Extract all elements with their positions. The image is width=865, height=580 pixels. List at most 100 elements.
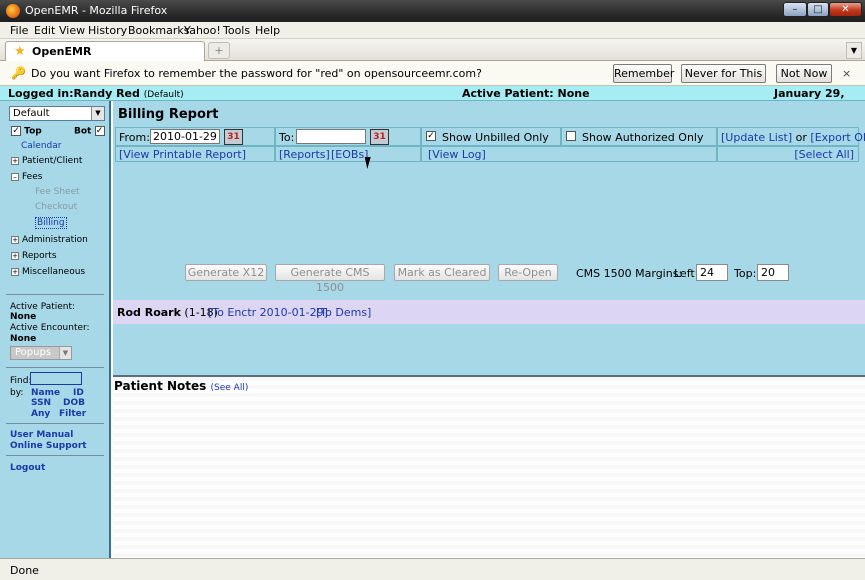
collapse-icon: – [11, 172, 19, 181]
patient-notes-frame: Patient Notes (See All) [113, 375, 865, 558]
printable-cell: [View Printable Report] [115, 146, 275, 162]
remember-button[interactable]: Remember [613, 64, 674, 83]
patient-name: Rod Roark [117, 306, 181, 319]
nav-administration[interactable]: + Administration [11, 235, 88, 245]
tab-bar: ★ OpenEMR + ▼ [0, 39, 865, 61]
maximize-button[interactable]: □ [807, 2, 829, 17]
nav-calendar[interactable]: Calendar [21, 141, 61, 151]
new-tab-button[interactable]: + [208, 42, 230, 59]
generate-cms1500-button[interactable]: Generate CMS 1500 [275, 264, 385, 294]
never-for-site-button[interactable]: Never for This Site [681, 64, 766, 97]
nav-billing[interactable]: Billing [35, 217, 67, 229]
expand-icon: + [11, 235, 19, 244]
to-cell: To: 31 [275, 127, 421, 146]
menu-view[interactable]: View [59, 24, 85, 37]
to-dems-link[interactable]: [To Dems] [316, 306, 371, 319]
openemr-app: Logged in:Randy Red (Default) Active Pat… [0, 86, 865, 558]
tab-openemr[interactable]: ★ OpenEMR [5, 41, 205, 61]
reports-link[interactable]: [Reports] [279, 148, 330, 161]
bot-frame-toggle[interactable]: Bot ✓ [74, 126, 105, 137]
billing-report-frame: Billing Report From: 2010-01-29 31 To: 3… [113, 101, 865, 375]
top-frame-toggle[interactable]: ✓ Top [11, 126, 42, 137]
logged-in-user: Logged in:Randy Red (Default) [8, 87, 184, 100]
menu-edit[interactable]: Edit [34, 24, 55, 37]
top-checkbox[interactable]: ✓ [11, 126, 21, 136]
nav-miscellaneous[interactable]: + Miscellaneous [11, 267, 85, 277]
layout-select[interactable]: Default ▼ [9, 106, 105, 121]
mark-as-cleared-button[interactable]: Mark as Cleared [394, 264, 490, 281]
divider [6, 367, 104, 368]
find-input[interactable] [30, 372, 82, 385]
star-icon: ★ [14, 44, 26, 59]
top-margin-label: Top: [734, 267, 757, 280]
menu-bar: File Edit View History Bookmarks Yahoo! … [0, 22, 865, 39]
popups-select[interactable]: Popups ▼ [10, 346, 72, 360]
nav-fee-sheet[interactable]: Fee Sheet [35, 187, 80, 197]
view-log-link[interactable]: [View Log] [428, 148, 486, 161]
bot-checkbox[interactable]: ✓ [94, 126, 105, 136]
find-by-id[interactable]: ID [73, 388, 84, 398]
by-label: by: [10, 388, 24, 398]
left-navigation: Default ▼ ✓ Top Bot ✓ Calendar + Patient/… [0, 101, 111, 558]
select-all-link[interactable]: [Select All] [794, 148, 854, 161]
session-bar: Logged in:Randy Red (Default) Active Pat… [0, 86, 865, 113]
status-bar: Done [0, 558, 865, 580]
show-authorized-label: Show Authorized Only [582, 131, 704, 144]
left-margin-input[interactable]: 24 [696, 264, 728, 281]
page-title: Billing Report [118, 107, 219, 122]
menu-yahoo[interactable]: Yahoo! [184, 24, 221, 37]
active-encounter-label: Active Encounter: [10, 323, 90, 333]
from-date-input[interactable]: 2010-01-29 [150, 129, 220, 144]
top-margin-input[interactable]: 20 [757, 264, 789, 281]
menu-history[interactable]: History [88, 24, 127, 37]
online-support-link[interactable]: Online Support [10, 441, 87, 451]
nav-patient-client[interactable]: + Patient/Client [11, 156, 82, 166]
from-label: From: [119, 131, 150, 144]
close-notification-icon[interactable]: × [842, 67, 851, 80]
nav-fees[interactable]: – Fees [11, 172, 42, 182]
select-all-cell: [Select All] [717, 146, 859, 162]
find-by-dob[interactable]: DOB [63, 398, 85, 408]
find-by-ssn[interactable]: SSN [31, 398, 51, 408]
window-title: OpenEMR - Mozilla Firefox [25, 4, 168, 17]
firefox-icon [6, 4, 20, 18]
unbilled-checkbox[interactable]: ✓ [426, 131, 436, 141]
minimize-button[interactable]: – [783, 2, 807, 17]
close-window-button[interactable]: ✕ [829, 2, 862, 17]
notification-message: Do you want Firefox to remember the pass… [31, 67, 482, 80]
menu-file[interactable]: File [10, 24, 28, 37]
see-all-link[interactable]: (See All) [211, 383, 249, 393]
active-patient-label: Active Patient: [10, 302, 76, 312]
generate-x12-button[interactable]: Generate X12 [185, 264, 267, 281]
export-ofx-link[interactable]: [Export OFX] [810, 131, 865, 144]
calendar-icon[interactable]: 31 [370, 129, 389, 145]
find-by-name[interactable]: Name [31, 388, 60, 398]
find-by-any[interactable]: Any [31, 409, 50, 419]
find-filter[interactable]: Filter [59, 409, 86, 419]
left-margin-label: Left: [674, 267, 699, 280]
menu-help[interactable]: Help [255, 24, 280, 37]
logout-link[interactable]: Logout [10, 463, 45, 473]
menu-bookmarks[interactable]: Bookmarks [128, 24, 189, 37]
update-cell: [Update List] or [Export OFX] [717, 127, 865, 146]
view-printable-report-link[interactable]: [View Printable Report] [119, 148, 246, 161]
to-date-input[interactable] [296, 129, 366, 144]
eobs-link[interactable]: [EOBs] [331, 148, 368, 161]
password-notification-bar: 🔑 Do you want Firefox to remember the pa… [0, 61, 865, 97]
reports-cell: [Reports] [EOBs] [275, 146, 421, 162]
status-text: Done [10, 564, 39, 577]
not-now-button[interactable]: Not Now [776, 64, 832, 83]
update-list-link[interactable]: [Update List] [721, 131, 792, 144]
menu-tools[interactable]: Tools [223, 24, 250, 37]
to-encounter-link[interactable]: [To Enctr 2010-01-29] [208, 306, 328, 319]
from-cell: From: 2010-01-29 31 [115, 127, 275, 146]
calendar-icon[interactable]: 31 [224, 129, 243, 145]
nav-checkout[interactable]: Checkout [35, 202, 77, 212]
tab-label: OpenEMR [32, 45, 92, 58]
reopen-button[interactable]: Re-Open [498, 264, 558, 281]
nav-reports[interactable]: + Reports [11, 251, 57, 261]
show-unbilled-label: Show Unbilled Only [442, 131, 549, 144]
user-manual-link[interactable]: User Manual [10, 430, 73, 440]
tab-list-dropdown[interactable]: ▼ [846, 42, 862, 59]
authorized-checkbox[interactable] [566, 131, 576, 141]
